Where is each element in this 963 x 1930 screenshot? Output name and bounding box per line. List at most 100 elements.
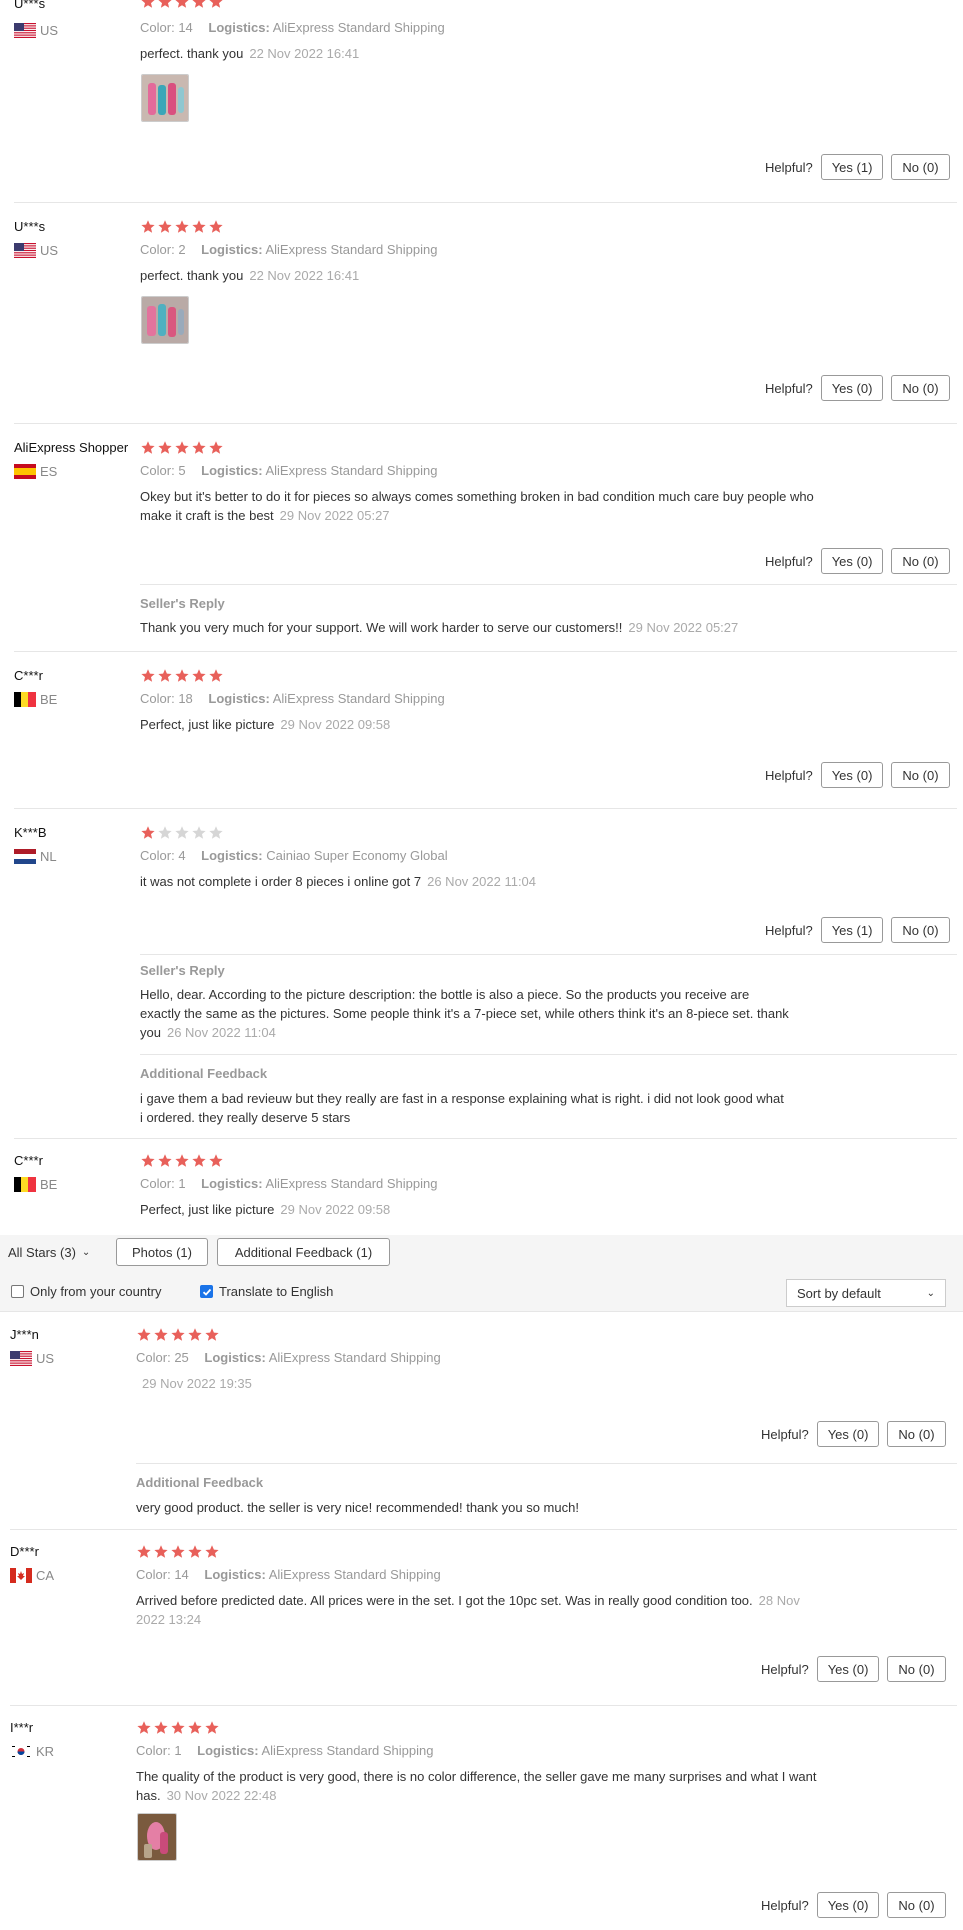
review-photo[interactable]: [137, 1813, 177, 1861]
review-text: it was not complete i order 8 pieces i o…: [140, 874, 537, 889]
divider: [140, 1054, 957, 1055]
helpful-no-button[interactable]: No (0): [887, 1656, 946, 1682]
helpful-no-button[interactable]: No (0): [891, 762, 950, 788]
checkbox-unchecked-icon[interactable]: [11, 1285, 24, 1298]
star-filled-icon: [174, 219, 190, 235]
helpful-yes-button[interactable]: Yes (0): [816, 1656, 880, 1682]
review-photo[interactable]: [141, 296, 189, 344]
star-filled-icon: [204, 1327, 220, 1343]
review-meta: Color: 4 Logistics: Cainiao Super Econom…: [140, 848, 448, 863]
review-text: The quality of the product is very good,…: [136, 1769, 817, 1803]
star-filled-icon: [170, 1544, 186, 1560]
additional-feedback-filter-button[interactable]: Additional Feedback (1): [217, 1238, 390, 1266]
sort-select[interactable]: Sort by default ⌄: [786, 1279, 946, 1307]
sellers-reply-text: Hello, dear. According to the picture de…: [140, 987, 789, 1040]
all-stars-dropdown[interactable]: All Stars (3) ⌄: [8, 1238, 100, 1266]
reviewer-country: US: [14, 243, 58, 258]
rating-stars: [140, 219, 224, 235]
helpful-yes-button[interactable]: Yes (1): [820, 154, 884, 180]
sellers-reply-heading: Seller's Reply: [140, 963, 225, 978]
helpful-no-button[interactable]: No (0): [891, 375, 950, 401]
reviewer-name: AliExpress Shopper: [14, 440, 129, 455]
star-filled-icon: [204, 1544, 220, 1560]
review-item: J***n US Color: 25 Logistics: AliExpress…: [0, 1311, 963, 1530]
helpful-controls: Helpful? Yes (0) No (0): [761, 1421, 946, 1447]
helpful-no-button[interactable]: No (0): [891, 548, 950, 574]
reviewer-name: J***n: [10, 1327, 39, 1342]
review-meta: Color: 14 Logistics: AliExpress Standard…: [136, 1567, 441, 1582]
star-filled-icon: [187, 1327, 203, 1343]
star-filled-icon: [140, 1153, 156, 1169]
translate-checkbox[interactable]: Translate to English: [200, 1284, 333, 1299]
rating-stars: [136, 1720, 220, 1736]
rating-stars: [140, 440, 224, 456]
es-flag-icon: [14, 464, 36, 479]
reviewer-name: K***B: [14, 825, 47, 840]
helpful-yes-button[interactable]: Yes (0): [820, 762, 884, 788]
star-filled-icon: [174, 0, 190, 10]
review-meta: Color: 25 Logistics: AliExpress Standard…: [136, 1350, 441, 1365]
star-filled-icon: [140, 440, 156, 456]
checkbox-checked-icon[interactable]: [200, 1285, 213, 1298]
review-text: Okey but it's better to do it for pieces…: [140, 489, 814, 523]
star-filled-icon: [208, 0, 224, 10]
helpful-no-button[interactable]: No (0): [887, 1421, 946, 1447]
helpful-yes-button[interactable]: Yes (0): [816, 1421, 880, 1447]
us-flag-icon: [14, 23, 36, 38]
helpful-yes-button[interactable]: Yes (0): [816, 1892, 880, 1918]
review-text: Arrived before predicted date. All price…: [136, 1593, 800, 1627]
star-filled-icon: [174, 440, 190, 456]
star-filled-icon: [204, 1720, 220, 1736]
star-filled-icon: [208, 440, 224, 456]
reviewer-country: KR: [10, 1744, 54, 1759]
star-filled-icon: [191, 668, 207, 684]
review-meta: Color: 1 Logistics: AliExpress Standard …: [140, 1176, 438, 1191]
star-filled-icon: [187, 1720, 203, 1736]
review-meta: Color: 2 Logistics: AliExpress Standard …: [140, 242, 438, 257]
review-item: U***s US Color: 14 Logistics: AliExpress…: [0, 0, 963, 203]
star-filled-icon: [157, 668, 173, 684]
review-text: Perfect, just like picture 29 Nov 2022 09…: [140, 717, 391, 732]
reviewer-country: CA: [10, 1568, 54, 1583]
photos-filter-button[interactable]: Photos (1): [116, 1238, 208, 1266]
only-country-checkbox[interactable]: Only from your country: [11, 1284, 162, 1299]
star-empty-icon: [174, 825, 190, 841]
star-filled-icon: [136, 1327, 152, 1343]
reviewer-name: C***r: [14, 1153, 43, 1168]
star-filled-icon: [191, 0, 207, 10]
review-item: C***r BE Color: 18 Logistics: AliExpress…: [0, 652, 963, 809]
reviewer-country: BE: [14, 1177, 57, 1192]
star-empty-icon: [208, 825, 224, 841]
star-filled-icon: [187, 1544, 203, 1560]
star-filled-icon: [191, 1153, 207, 1169]
star-filled-icon: [191, 440, 207, 456]
nl-flag-icon: [14, 849, 36, 864]
star-filled-icon: [157, 219, 173, 235]
helpful-yes-button[interactable]: Yes (0): [820, 375, 884, 401]
divider: [140, 954, 957, 955]
helpful-yes-button[interactable]: Yes (0): [820, 548, 884, 574]
review-text: 29 Nov 2022 19:35: [142, 1376, 252, 1391]
review-text: perfect. thank you 22 Nov 2022 16:41: [140, 268, 360, 283]
helpful-no-button[interactable]: No (0): [891, 917, 950, 943]
helpful-no-button[interactable]: No (0): [887, 1892, 946, 1918]
rating-stars: [140, 0, 224, 10]
helpful-yes-button[interactable]: Yes (1): [820, 917, 884, 943]
chevron-down-icon: ⌄: [926, 1287, 935, 1299]
divider: [136, 1463, 957, 1464]
rating-stars: [140, 825, 224, 841]
us-flag-icon: [10, 1351, 32, 1366]
review-text: Perfect, just like picture 29 Nov 2022 09…: [140, 1202, 391, 1217]
helpful-no-button[interactable]: No (0): [891, 154, 950, 180]
star-filled-icon: [136, 1544, 152, 1560]
star-filled-icon: [208, 219, 224, 235]
star-empty-icon: [191, 825, 207, 841]
review-item: C***r BE Color: 1 Logistics: AliExpress …: [0, 1139, 963, 1235]
helpful-controls: Helpful? Yes (0) No (0): [765, 375, 950, 401]
review-photo[interactable]: [141, 74, 189, 122]
star-filled-icon: [157, 440, 173, 456]
additional-feedback-text: very good product. the seller is very ni…: [136, 1500, 579, 1515]
us-flag-icon: [14, 243, 36, 258]
reviewer-name: U***s: [14, 219, 46, 234]
be-flag-icon: [14, 692, 36, 707]
